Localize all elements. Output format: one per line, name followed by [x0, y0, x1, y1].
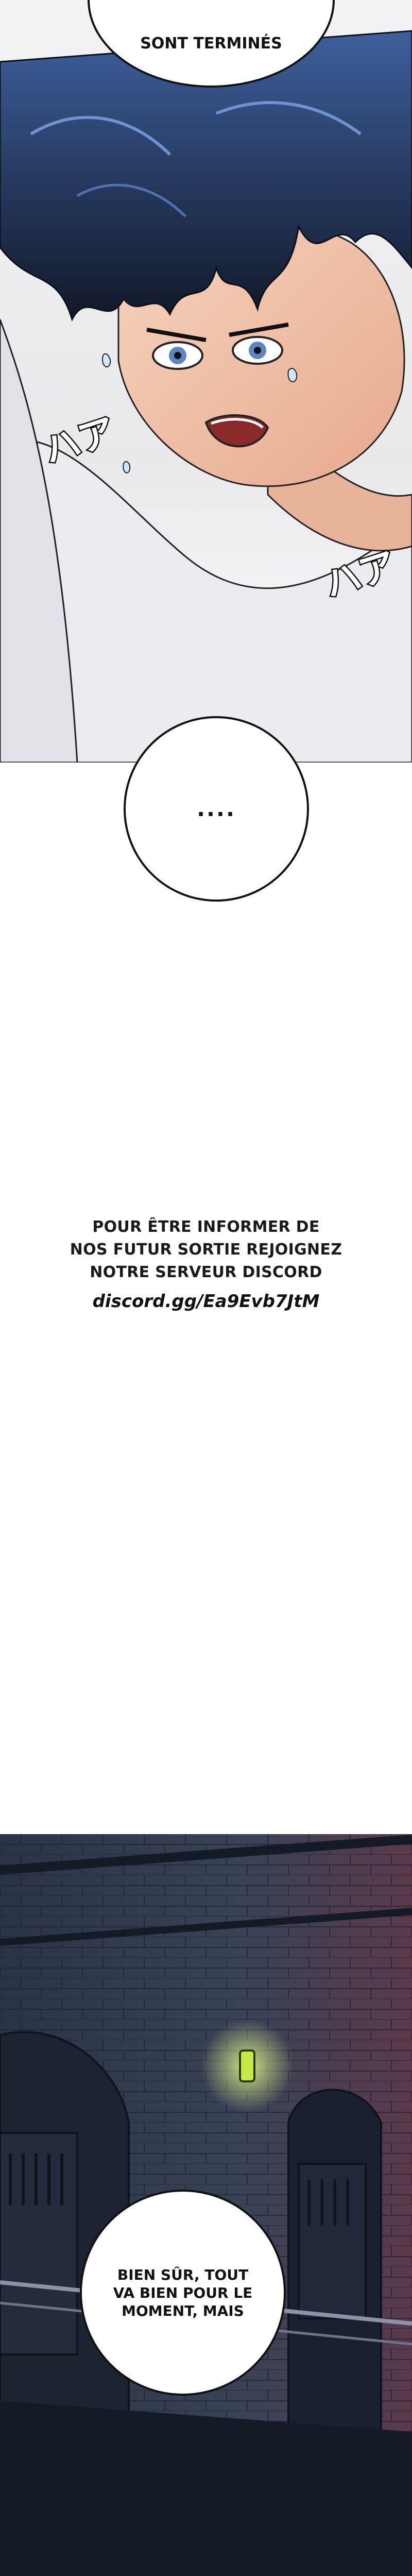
- sweat-drop-icon: [102, 353, 111, 368]
- speech-bubble-text: ....: [197, 795, 236, 821]
- speech-bubble-text: SONT TERMINÉS: [140, 35, 282, 53]
- sweat-drop-icon: [123, 461, 131, 473]
- promo-line: NOS FUTUR SORTIE REJOIGNEZ: [70, 1241, 342, 1259]
- bubble-line: BIEN SÛR, TOUT: [117, 2266, 249, 2283]
- left-pupil: [174, 352, 181, 359]
- panel-character-closeup: ハア ハア: [0, 0, 412, 762]
- discord-promo: POUR ÊTRE INFORMER DE NOS FUTUR SORTIE R…: [52, 1216, 360, 1312]
- wall-lamp-icon: [239, 2049, 255, 2082]
- speech-bubble-ellipsis: ....: [124, 716, 309, 902]
- sfx-left: ハア: [39, 410, 120, 472]
- bubble-line: MOMENT, MAIS: [122, 2302, 244, 2319]
- right-pupil: [254, 347, 261, 354]
- sweat-drop-icon: [287, 368, 298, 383]
- promo-line: POUR ÊTRE INFORMER DE: [92, 1218, 320, 1236]
- speech-bubble-text: BIEN SÛR, TOUT VA BIEN POUR LE MOMENT, M…: [113, 2266, 253, 2320]
- character-illustration: ハア ハア: [0, 30, 412, 762]
- promo-line: NOTRE SERVEUR DISCORD: [90, 1263, 322, 1281]
- corridor-floor: [0, 2401, 412, 2576]
- speech-bubble-bottom: BIEN SÛR, TOUT VA BIEN POUR LE MOMENT, M…: [80, 2190, 286, 2396]
- bubble-line: VA BIEN POUR LE: [113, 2284, 253, 2301]
- discord-link[interactable]: discord.gg/Ea9Evb7JtM: [52, 1291, 360, 1312]
